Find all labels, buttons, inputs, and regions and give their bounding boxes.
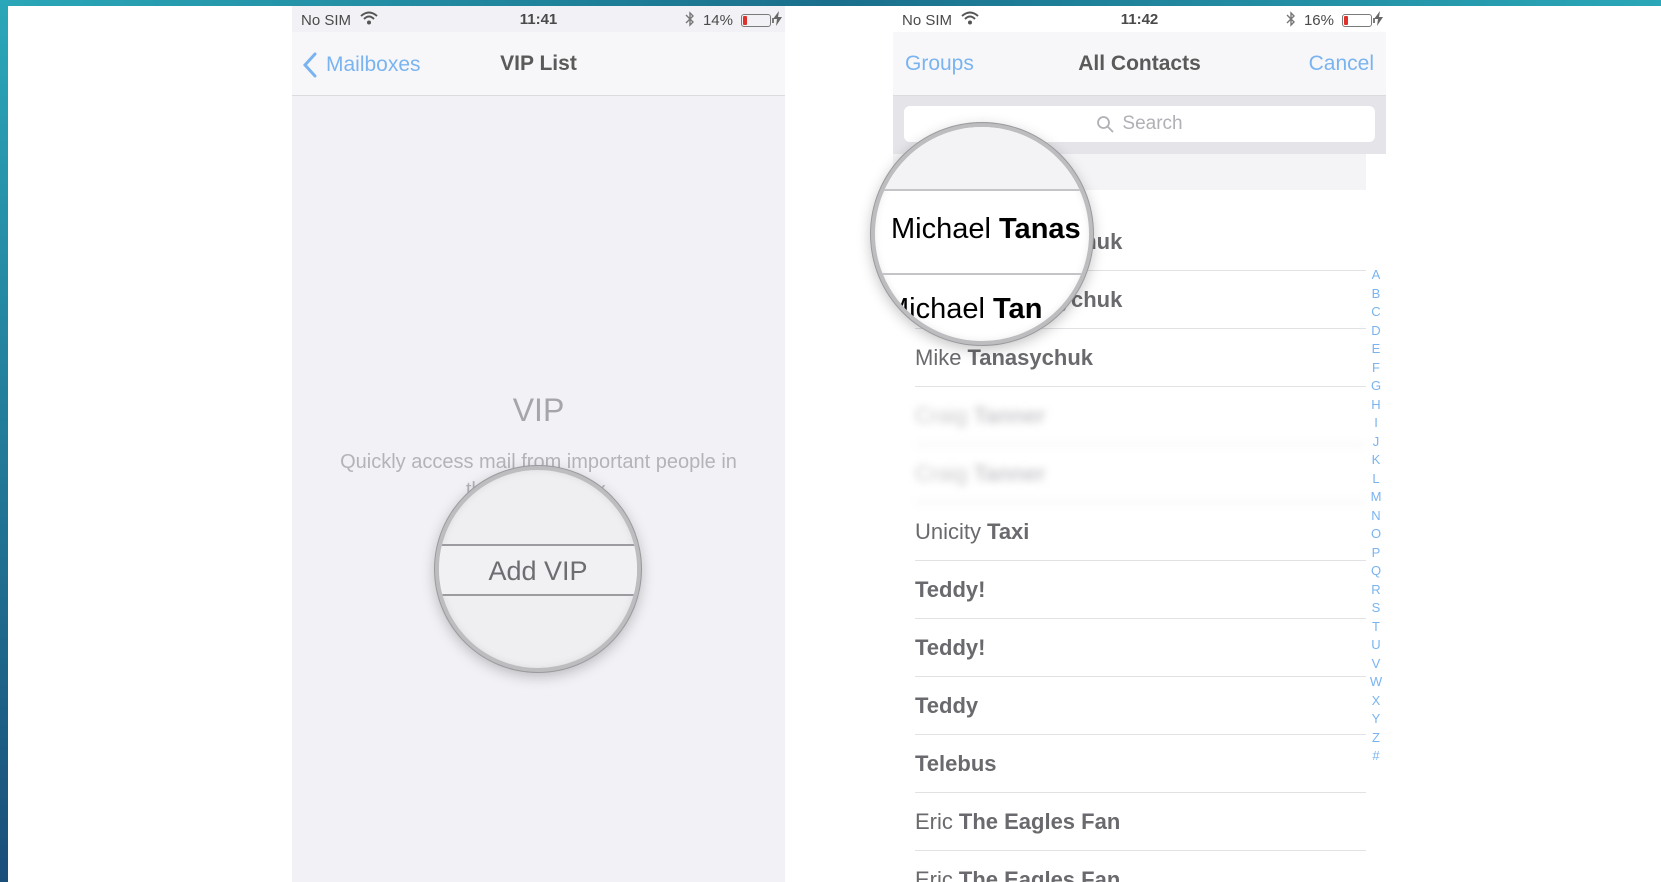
magnified-contact-row[interactable]: Michael Tan <box>885 293 1042 326</box>
contact-first-name: Craig <box>915 402 968 428</box>
index-letter[interactable]: V <box>1372 655 1381 674</box>
add-vip-button-label: Add VIP <box>488 556 588 586</box>
index-letter[interactable]: N <box>1371 507 1380 526</box>
index-letter[interactable]: C <box>1371 303 1380 322</box>
vip-list-screen: No SIM 11:41 14% Mailboxes VIP List VIP … <box>292 6 785 882</box>
index-letter[interactable]: A <box>1372 266 1381 285</box>
contact-row[interactable]: Teddy! <box>915 561 1366 619</box>
index-letter[interactable]: Q <box>1371 562 1381 581</box>
index-letter[interactable]: J <box>1373 433 1380 452</box>
magnified-contact-row[interactable]: Michael Tanas <box>891 213 1081 246</box>
contact-last-name: The Eagles Fan <box>958 808 1121 834</box>
search-placeholder: Search <box>1122 113 1183 134</box>
index-letter[interactable]: Y <box>1372 710 1381 729</box>
index-letter[interactable]: D <box>1371 322 1380 341</box>
magnified-section-header <box>875 127 1089 191</box>
frame-left-border <box>0 0 8 882</box>
contact-row[interactable]: Teddy! <box>915 619 1366 677</box>
contact-last-name: The Eagles Fan <box>958 866 1121 882</box>
index-letter[interactable]: W <box>1370 673 1382 692</box>
contact-last-name: Teddy! <box>915 576 986 602</box>
contact-last-name: Taxi <box>987 518 1030 544</box>
bluetooth-icon <box>1286 11 1295 27</box>
index-letter[interactable]: H <box>1371 396 1380 415</box>
empty-state-heading: VIP <box>512 392 565 428</box>
contact-last-name: Tanner <box>973 402 1046 428</box>
contact-first-name: Craig <box>915 460 968 486</box>
index-letter[interactable]: X <box>1372 692 1381 711</box>
contact-row[interactable]: Unicity Taxi <box>915 503 1366 561</box>
contact-first-name: Unicity <box>915 518 982 544</box>
contact-row[interactable]: Craig Tanner <box>915 445 1366 503</box>
contact-last-name: Teddy! <box>915 634 986 660</box>
contact-row[interactable]: Teddy <box>915 677 1366 735</box>
magnifier-add-vip: Add VIP <box>435 466 641 672</box>
index-letter[interactable]: O <box>1371 525 1381 544</box>
add-vip-button[interactable]: Add VIP <box>439 544 637 596</box>
index-letter[interactable]: M <box>1371 488 1382 507</box>
index-letter[interactable]: L <box>1372 470 1379 489</box>
status-bar: No SIM 11:41 14% <box>292 6 785 32</box>
index-letter[interactable]: K <box>1372 451 1381 470</box>
index-letter[interactable]: F <box>1372 359 1380 378</box>
contact-row[interactable]: Eric The Eagles Fan <box>915 793 1366 851</box>
index-letter[interactable]: R <box>1371 581 1380 600</box>
navigation-bar: Mailboxes VIP List <box>292 32 785 96</box>
contact-last-name: Teddy <box>915 692 979 718</box>
contact-first-name: Eric <box>915 808 953 834</box>
magnifier-contact: Michael Tanas Michael Tan <box>871 123 1093 345</box>
contact-first-name: Eric <box>915 866 953 882</box>
cancel-button[interactable]: Cancel <box>1309 52 1374 76</box>
index-letter[interactable]: G <box>1371 377 1381 396</box>
contact-first-name: Michael <box>891 213 991 245</box>
contact-first-name: Mike <box>915 344 962 370</box>
alphabet-index[interactable]: A B C D E F G H I J K L M N O P Q R S T U V W X Y Z # <box>1366 266 1386 766</box>
charging-bolt-icon <box>1374 11 1383 26</box>
charging-bolt-icon <box>773 11 782 26</box>
index-letter[interactable]: Z <box>1372 729 1380 748</box>
index-letter[interactable]: U <box>1371 636 1380 655</box>
contact-last-name: Tan <box>993 293 1043 325</box>
navigation-bar: Groups All Contacts Cancel <box>893 32 1386 96</box>
index-letter[interactable]: E <box>1372 340 1381 359</box>
battery-percent: 16% <box>1303 12 1334 29</box>
battery-icon <box>1342 14 1375 27</box>
index-letter[interactable]: S <box>1372 599 1381 618</box>
divider <box>875 273 1089 275</box>
index-letter[interactable]: P <box>1372 544 1381 563</box>
contact-last-name: Telebus <box>915 750 997 776</box>
battery-icon <box>741 14 774 27</box>
page-title: VIP List <box>500 52 577 75</box>
battery-percent: 14% <box>702 12 733 29</box>
contact-first-name: Michael <box>885 293 985 325</box>
status-bar: No SIM 11:42 16% <box>893 6 1386 32</box>
index-letter[interactable]: # <box>1372 747 1379 766</box>
search-icon <box>1097 116 1114 133</box>
contact-row[interactable]: Craig Tanner <box>915 387 1366 445</box>
index-letter[interactable]: I <box>1374 414 1378 433</box>
frame-top-border <box>0 0 1661 6</box>
contact-row[interactable]: Eric The Eagles Fan <box>915 851 1366 882</box>
contact-last-name: Tanasychuk <box>967 344 1093 370</box>
contact-last-name: Tanner <box>973 460 1046 486</box>
contact-last-name: Tanas <box>999 213 1081 245</box>
index-letter[interactable]: B <box>1372 285 1381 304</box>
bluetooth-icon <box>685 11 694 27</box>
contact-row[interactable]: Telebus <box>915 735 1366 793</box>
index-letter[interactable]: T <box>1372 618 1380 637</box>
